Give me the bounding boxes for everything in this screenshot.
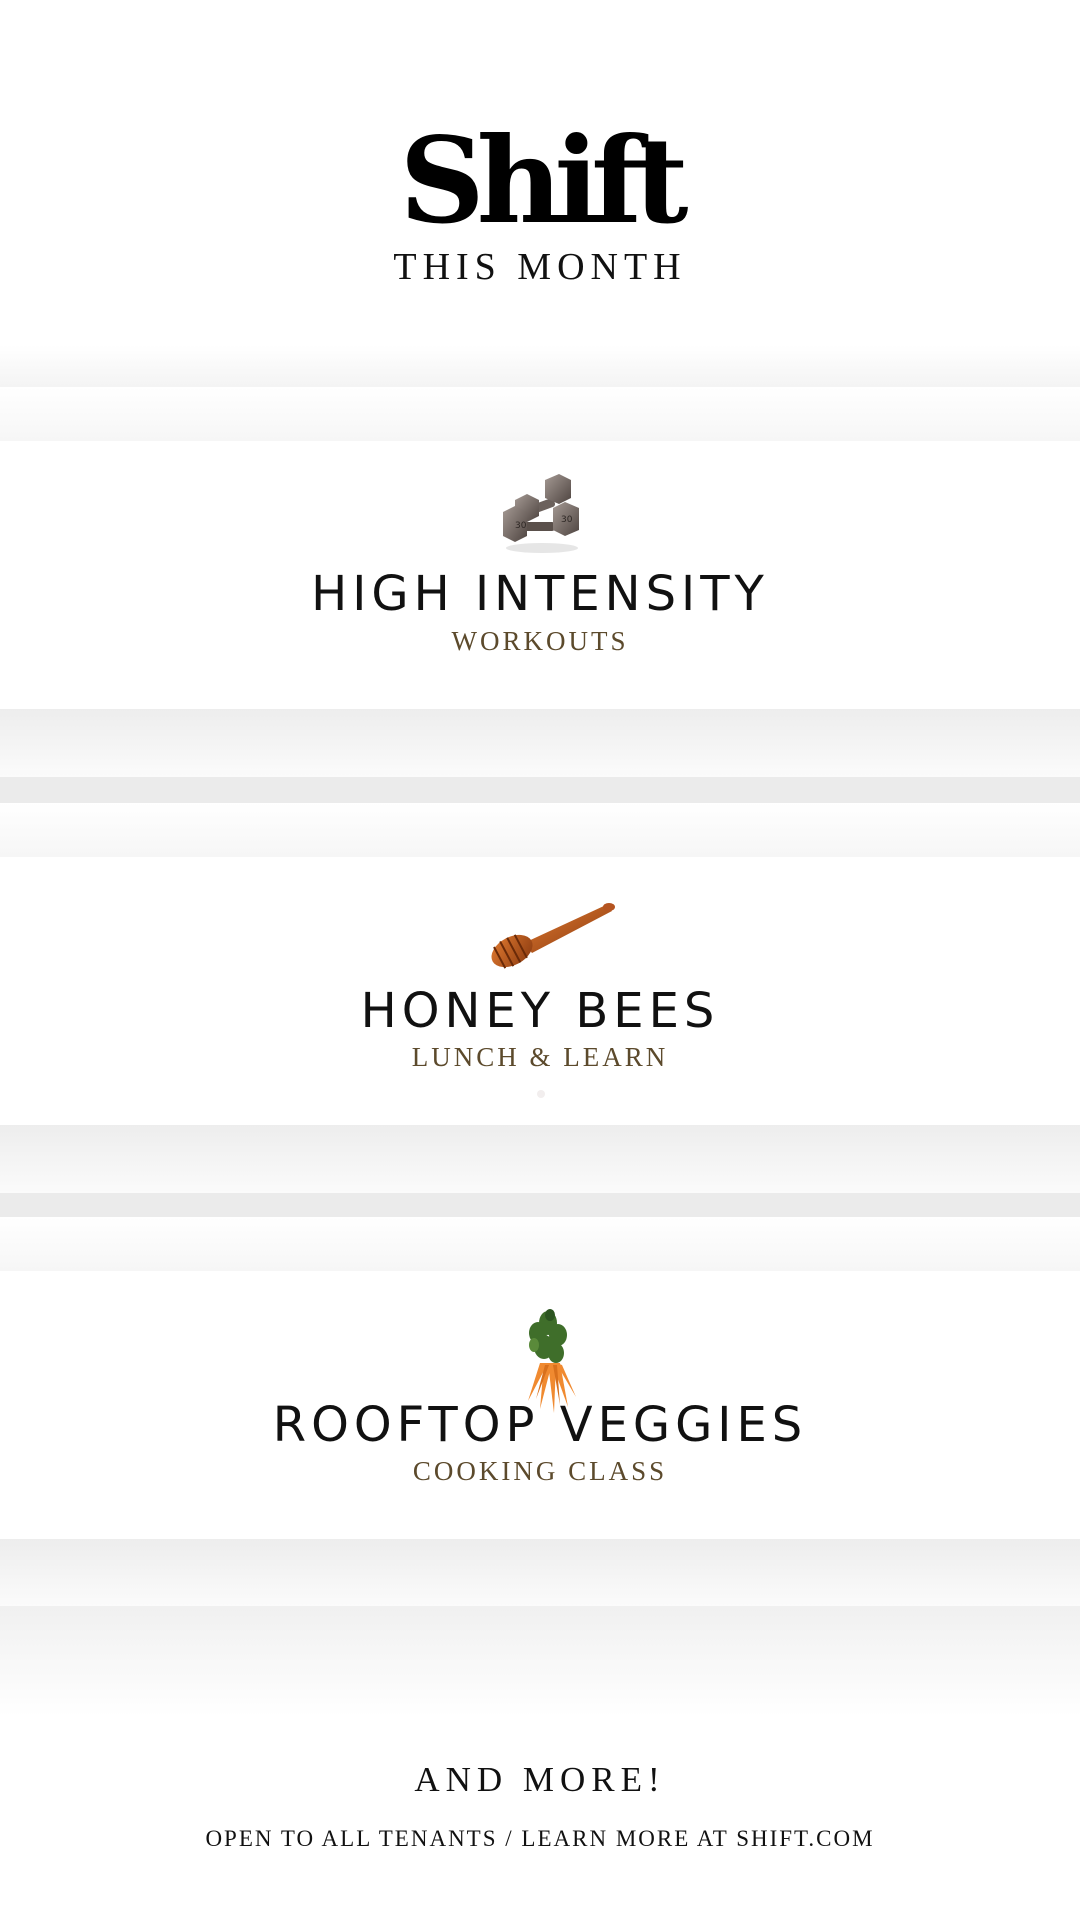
footer-note: OPEN TO ALL TENANTS / LEARN MORE AT SHIF… — [205, 1826, 875, 1851]
svg-text:30: 30 — [515, 521, 527, 531]
event-card-honey-bees: HONEY BEES LUNCH & LEARN — [0, 857, 1080, 1125]
header: Shift THIS MONTH — [0, 0, 1080, 350]
event-subtitle: COOKING CLASS — [412, 1456, 668, 1486]
decorative-dot — [537, 1090, 545, 1098]
event-title: HIGH INTENSITY — [311, 566, 769, 622]
event-card-high-intensity: 30 30 HIGH INTENSITY WORKOUTS — [0, 441, 1080, 709]
divider-band — [0, 803, 1080, 857]
divider-band — [0, 1125, 1080, 1193]
divider-band — [0, 1539, 1080, 1606]
honey-dipper-icon — [491, 903, 615, 969]
event-title: ROOFTOP VEGGIES — [272, 1397, 808, 1453]
divider-band — [0, 1193, 1080, 1217]
divider-band — [0, 345, 1080, 387]
dumbbells-icon: 30 30 — [503, 474, 579, 553]
event-subtitle: LUNCH & LEARN — [411, 1042, 669, 1072]
divider-band — [0, 777, 1080, 803]
brand-logo: Shift — [399, 111, 688, 250]
event-title: HONEY BEES — [360, 983, 720, 1039]
footer-headline: AND MORE! — [414, 1760, 666, 1799]
event-card-rooftop-veggies: ROOFTOP VEGGIES COOKING CLASS — [0, 1271, 1080, 1539]
divider-band — [0, 709, 1080, 777]
event-subtitle: WORKOUTS — [451, 626, 629, 656]
divider-band — [0, 1217, 1080, 1271]
svg-text:30: 30 — [561, 515, 573, 525]
footer-fade — [0, 1606, 1080, 1716]
header-subtitle: THIS MONTH — [393, 246, 687, 288]
divider-band — [0, 387, 1080, 441]
